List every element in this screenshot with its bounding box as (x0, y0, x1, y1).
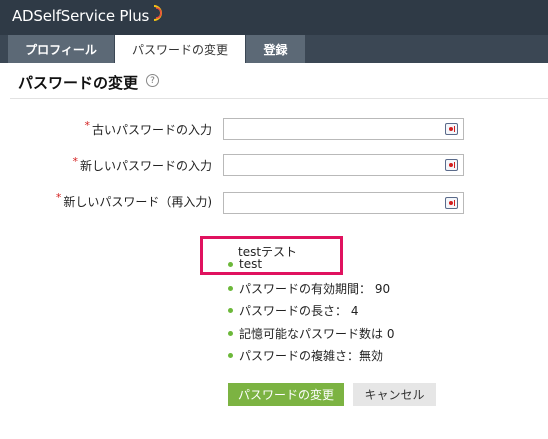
required-mark: * (72, 155, 78, 168)
policy-item: パスワードの長さ： 4 (228, 302, 358, 319)
policy-item-text: パスワードの複雑さ：無効 (239, 349, 384, 363)
brand-logo: ADSelfService Plus (12, 5, 165, 25)
bullet-icon (228, 286, 233, 291)
tab-register[interactable]: 登録 (246, 35, 305, 63)
top-header-bar: ADSelfService Plus (0, 0, 548, 35)
title-divider (10, 98, 548, 99)
new-password-input[interactable] (223, 154, 464, 176)
password-keyboard-icon[interactable] (445, 123, 458, 135)
policy-item-text: 記憶可能なパスワード数は 0 (239, 327, 395, 341)
brand-name: ADSelfService Plus (12, 7, 150, 25)
password-keyboard-icon[interactable] (445, 159, 458, 171)
new-password-label-text: 新しいパスワードの入力 (79, 159, 212, 173)
help-icon[interactable]: ? (146, 74, 159, 87)
required-mark: * (84, 119, 90, 132)
cancel-button[interactable]: キャンセル (353, 383, 436, 406)
password-keyboard-icon[interactable] (445, 197, 458, 209)
policy-item: 記憶可能なパスワード数は 0 (228, 325, 394, 342)
old-password-input[interactable] (223, 118, 464, 140)
bullet-icon (228, 353, 233, 358)
policy-item-text: パスワードの長さ： 4 (239, 304, 359, 318)
confirm-password-label-text: 新しいパスワード（再入力) (63, 195, 212, 209)
old-password-label: * 古いパスワードの入力 (84, 119, 212, 138)
tab-change-password[interactable]: パスワードの変更 (115, 35, 245, 63)
confirm-password-input[interactable] (223, 192, 464, 214)
new-password-label: * 新しいパスワードの入力 (72, 155, 212, 174)
bullet-icon (228, 261, 233, 267)
policy-item: パスワードの有効期間： 90 (228, 280, 390, 297)
policy-item-text: test (239, 257, 263, 271)
page-title: パスワードの変更 (18, 74, 139, 92)
bullet-icon (228, 331, 233, 336)
old-password-label-text: 古いパスワードの入力 (91, 123, 212, 137)
bullet-icon (228, 308, 233, 313)
policy-item-text: パスワードの有効期間： 90 (239, 282, 391, 296)
tab-profile[interactable]: プロフィール (8, 35, 114, 63)
policy-item: test (228, 257, 262, 271)
change-password-button[interactable]: パスワードの変更 (228, 383, 344, 406)
policy-item: パスワードの複雑さ：無効 (228, 347, 383, 364)
required-mark: * (55, 191, 62, 204)
confirm-password-label: * 新しいパスワード（再入力) (55, 191, 212, 210)
brand-arc-icon (154, 5, 163, 21)
tab-bar: プロフィール パスワードの変更 登録 (0, 35, 548, 63)
